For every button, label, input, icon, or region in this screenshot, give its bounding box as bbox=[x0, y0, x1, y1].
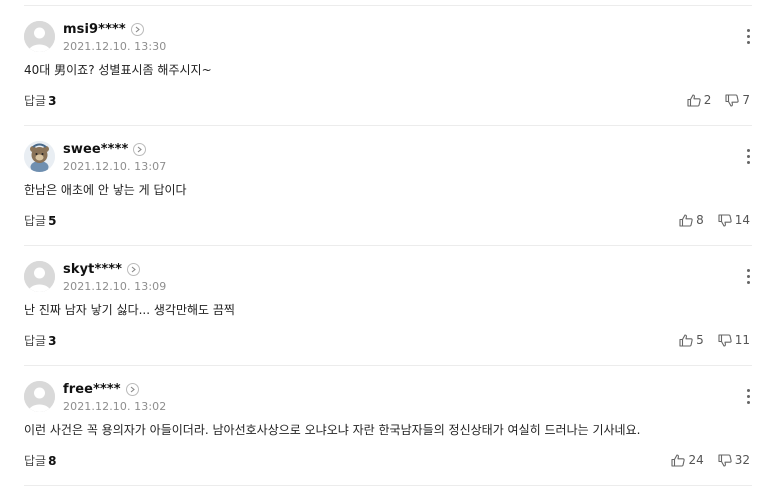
thumbs-down-icon bbox=[718, 333, 732, 347]
reply-button[interactable]: 답글 8 bbox=[24, 452, 56, 469]
username[interactable]: msi9**** bbox=[63, 22, 126, 37]
username[interactable]: swee**** bbox=[63, 142, 128, 157]
chevron-right-icon[interactable] bbox=[127, 262, 141, 276]
reply-count: 3 bbox=[48, 94, 57, 108]
reply-button[interactable]: 답글 5 bbox=[24, 212, 56, 229]
comment-date: 2021.12.10. 13:09 bbox=[63, 280, 167, 293]
comment-author: swee**** bbox=[63, 140, 147, 158]
default-profile-icon[interactable] bbox=[24, 21, 55, 52]
like-count: 24 bbox=[688, 453, 704, 467]
more-vertical-icon[interactable] bbox=[745, 269, 751, 285]
comment-item: swee**** 2021.12.10. 13:07 한남은 애초에 안 낳는 … bbox=[0, 126, 771, 246]
more-vertical-icon[interactable] bbox=[745, 149, 751, 165]
more-vertical-icon[interactable] bbox=[745, 29, 751, 45]
comment-item: skyt**** 2021.12.10. 13:09 난 진짜 남자 낳기 싫다… bbox=[0, 246, 771, 366]
like-button[interactable]: 8 bbox=[679, 213, 704, 227]
reply-button[interactable]: 답글 3 bbox=[24, 92, 56, 109]
comment-text: 난 진짜 남자 낳기 싫다... 생각만해도 끔찍 bbox=[24, 303, 235, 317]
comment-author: free**** bbox=[63, 380, 139, 398]
dislike-button[interactable]: 14 bbox=[718, 213, 750, 227]
comment-list: msi9**** 2021.12.10. 13:30 40대 男이죠? 성별표시… bbox=[0, 0, 771, 498]
chevron-right-icon[interactable] bbox=[133, 142, 147, 156]
thumbs-down-icon bbox=[718, 453, 732, 467]
thumbs-up-icon bbox=[679, 333, 693, 347]
more-vertical-icon[interactable] bbox=[745, 389, 751, 405]
comment-item: msi9**** 2021.12.10. 13:30 40대 男이죠? 성별표시… bbox=[0, 6, 771, 126]
reply-count: 5 bbox=[48, 214, 57, 228]
thumbs-down-icon bbox=[725, 93, 740, 107]
username[interactable]: skyt**** bbox=[63, 262, 122, 277]
vote-group: 24 32 bbox=[671, 453, 750, 467]
like-button[interactable]: 5 bbox=[679, 333, 704, 347]
vote-group: 8 14 bbox=[679, 213, 750, 227]
divider bbox=[24, 485, 752, 486]
comment-date: 2021.12.10. 13:07 bbox=[63, 160, 167, 173]
reply-label: 답글 bbox=[24, 334, 47, 348]
dislike-button[interactable]: 11 bbox=[718, 333, 750, 347]
reply-button[interactable]: 답글 3 bbox=[24, 332, 56, 349]
comment-author: skyt**** bbox=[63, 260, 141, 278]
comment-text: 40대 男이죠? 성별표시좀 해주시지~ bbox=[24, 63, 212, 77]
default-profile-icon[interactable] bbox=[24, 261, 55, 292]
vote-group: 2 7 bbox=[687, 93, 750, 107]
dislike-button[interactable]: 7 bbox=[725, 93, 750, 107]
reply-count: 3 bbox=[48, 334, 57, 348]
chevron-right-icon[interactable] bbox=[130, 22, 144, 36]
comment-text: 한남은 애초에 안 낳는 게 답이다 bbox=[24, 183, 187, 197]
reply-label: 답글 bbox=[24, 214, 47, 228]
like-count: 5 bbox=[696, 333, 704, 347]
vote-group: 5 11 bbox=[679, 333, 750, 347]
comment-date: 2021.12.10. 13:30 bbox=[63, 40, 167, 53]
comment-text: 이런 사건은 꼭 용의자가 아들이더라. 남아선호사상으로 오냐오냐 자란 한국… bbox=[24, 423, 641, 437]
chevron-right-icon[interactable] bbox=[125, 382, 139, 396]
like-button[interactable]: 2 bbox=[687, 93, 712, 107]
reply-label: 답글 bbox=[24, 454, 47, 468]
reply-label: 답글 bbox=[24, 94, 47, 108]
username[interactable]: free**** bbox=[63, 382, 121, 397]
default-profile-icon[interactable] bbox=[24, 381, 55, 412]
character-profile-icon[interactable] bbox=[24, 141, 55, 172]
like-count: 8 bbox=[696, 213, 704, 227]
like-button[interactable]: 24 bbox=[671, 453, 704, 467]
dislike-count: 7 bbox=[742, 93, 750, 107]
thumbs-up-icon bbox=[679, 213, 693, 227]
dislike-count: 11 bbox=[734, 333, 750, 347]
comment-item: free**** 2021.12.10. 13:02 이런 사건은 꼭 용의자가… bbox=[0, 366, 771, 486]
dislike-count: 14 bbox=[734, 213, 750, 227]
comment-date: 2021.12.10. 13:02 bbox=[63, 400, 167, 413]
dislike-count: 32 bbox=[734, 453, 750, 467]
comment-author: msi9**** bbox=[63, 20, 144, 38]
thumbs-down-icon bbox=[718, 213, 732, 227]
reply-count: 8 bbox=[48, 454, 57, 468]
like-count: 2 bbox=[703, 93, 712, 107]
thumbs-up-icon bbox=[671, 453, 686, 467]
thumbs-up-icon bbox=[687, 93, 701, 107]
dislike-button[interactable]: 32 bbox=[718, 453, 750, 467]
